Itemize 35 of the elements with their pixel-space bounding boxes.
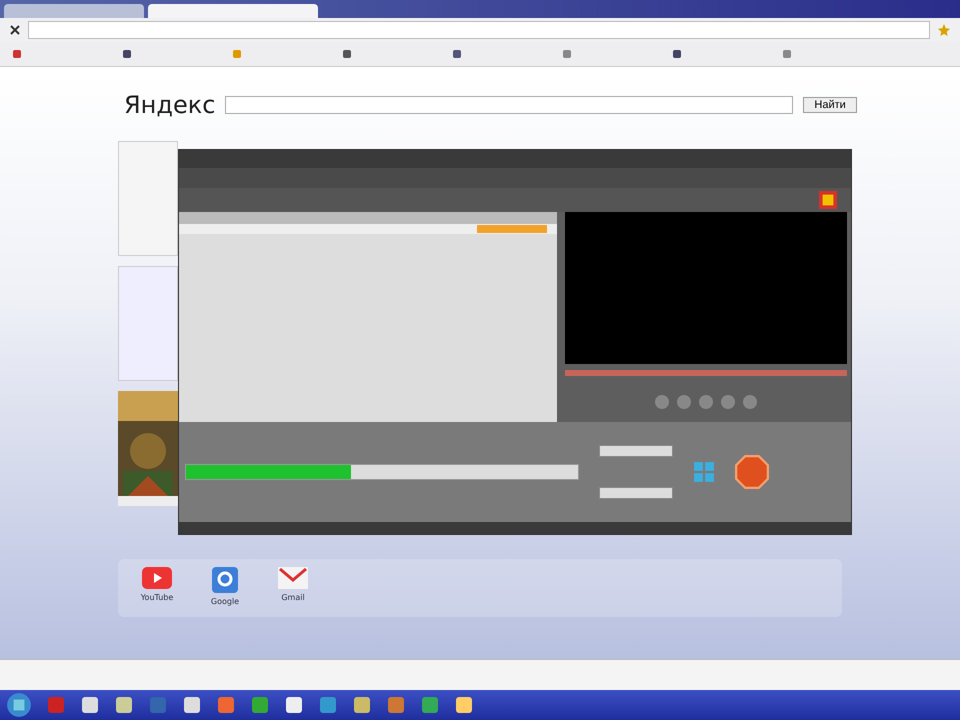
bookmark-icon[interactable]: [452, 49, 462, 59]
bookmark-icon[interactable]: [12, 49, 22, 59]
options-button[interactable]: [599, 445, 673, 457]
start-button[interactable]: [6, 692, 32, 718]
dropdown-field[interactable]: [599, 487, 673, 499]
taskbar-app-icon[interactable]: [114, 695, 134, 715]
player-button[interactable]: [676, 394, 692, 410]
envelope-icon[interactable]: [278, 567, 308, 589]
player-button[interactable]: [742, 394, 758, 410]
file-row[interactable]: [179, 224, 557, 234]
taskbar-app-icon[interactable]: [454, 695, 474, 715]
speed-dial-label[interactable]: Gmail: [281, 593, 305, 602]
search-button[interactable]: Найти: [803, 97, 857, 113]
page-thumbnail[interactable]: [118, 141, 178, 256]
taskbar-app-icon[interactable]: [182, 695, 202, 715]
logo-icon: [819, 191, 837, 209]
speed-dial-label[interactable]: YouTube: [140, 593, 174, 602]
play-icon[interactable]: [142, 567, 172, 589]
page-thumbnail[interactable]: [118, 266, 178, 381]
player-button[interactable]: [654, 394, 670, 410]
taskbar-app-icon[interactable]: [352, 695, 372, 715]
address-field[interactable]: [28, 21, 930, 39]
close-icon[interactable]: [10, 25, 20, 35]
bookmark-icon[interactable]: [342, 49, 352, 59]
bookmark-icon[interactable]: [122, 49, 132, 59]
search-field[interactable]: [225, 96, 794, 114]
player-button[interactable]: [698, 394, 714, 410]
player-button[interactable]: [720, 394, 736, 410]
speed-dial-label[interactable]: Google: [210, 597, 240, 606]
taskbar-app-icon[interactable]: [80, 695, 100, 715]
star-icon[interactable]: [938, 24, 950, 36]
yandex-logo: Яндекс: [124, 91, 216, 119]
taskbar-app-icon[interactable]: [284, 695, 304, 715]
bookmark-icon[interactable]: [672, 49, 682, 59]
stop-icon[interactable]: [735, 455, 769, 489]
